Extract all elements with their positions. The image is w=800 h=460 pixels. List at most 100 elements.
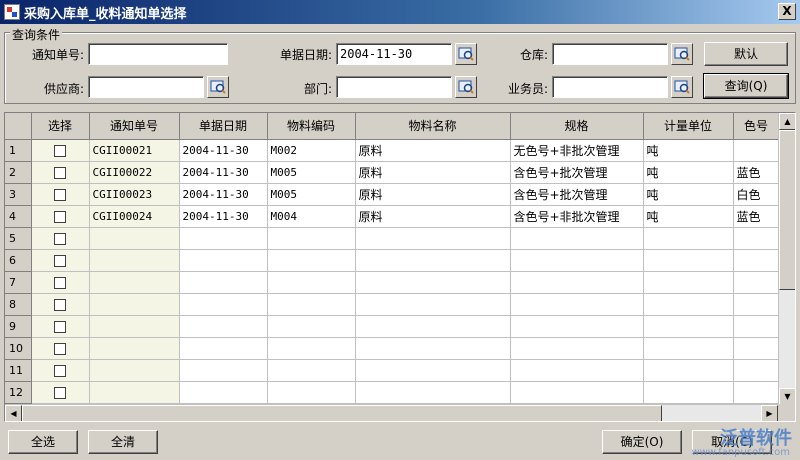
select-checkbox[interactable] [54,276,66,289]
col-header-notice-no[interactable]: 通知单号 [89,113,180,140]
notice-no-cell [89,271,180,294]
material-code-cell [267,337,356,360]
row-number: 4 [5,205,32,228]
spec-cell: 含色号+批次管理 [510,183,644,206]
doc-date-input[interactable]: 2004-11-30 [336,43,452,65]
notice-no-input[interactable] [88,43,228,65]
table-row[interactable]: 4 CGII00024 2004-11-30 M004 原料 含色号+非批次管理吨蓝色 [5,205,780,228]
select-checkbox-cell[interactable] [31,271,90,294]
scroll-down-button[interactable]: ▼ [779,388,795,405]
select-checkbox[interactable] [54,188,66,201]
unit-cell: 吨 [643,205,734,228]
spec-cell [510,315,644,338]
color-cell [733,381,780,404]
color-cell [733,139,780,162]
scroll-corner [778,404,795,421]
col-header-material-code[interactable]: 物料编码 [267,113,356,140]
spec-cell: 含色号+非批次管理 [510,205,644,228]
grid-header-row: 选择 通知单号 单据日期 物料编码 物料名称 规格 计量单位 色号 [5,113,780,140]
row-number: 5 [5,227,32,250]
notice-table: 选择 通知单号 单据日期 物料编码 物料名称 规格 计量单位 色号 1 CGII0… [5,113,780,404]
select-all-button[interactable]: 全选 [8,430,78,454]
unit-cell [643,249,734,272]
table-row[interactable]: 2 CGII00022 2004-11-30 M005 原料 含色号+批次管理吨蓝色 [5,161,780,184]
scroll-right-button[interactable]: ▶ [761,405,778,421]
table-row[interactable]: 8 [5,293,780,316]
unit-cell: 吨 [643,161,734,184]
spec-cell [510,271,644,294]
select-checkbox-cell[interactable] [31,205,90,228]
select-checkbox[interactable] [54,298,66,311]
select-checkbox-cell[interactable] [31,315,90,338]
warehouse-input[interactable] [552,43,668,65]
select-checkbox-cell[interactable] [31,359,90,382]
doc-date-cell [179,381,268,404]
select-checkbox-cell[interactable] [31,293,90,316]
scroll-up-button[interactable]: ▲ [779,113,795,130]
select-checkbox[interactable] [54,320,66,333]
doc-date-cell [179,315,268,338]
select-checkbox[interactable] [54,342,66,355]
select-checkbox[interactable] [54,166,66,179]
query-button[interactable]: 查询(Q) [703,73,789,99]
table-row[interactable]: 3 CGII00023 2004-11-30 M005 原料 含色号+批次管理吨白色 [5,183,780,206]
row-number: 3 [5,183,32,206]
select-checkbox[interactable] [54,232,66,245]
doc-date-cell: 2004-11-30 [179,205,268,228]
unit-cell [643,381,734,404]
table-row[interactable]: 6 [5,249,780,272]
select-checkbox-cell[interactable] [31,337,90,360]
col-header-doc-date[interactable]: 单据日期 [179,113,268,140]
color-cell: 白色 [733,183,780,206]
select-checkbox-cell[interactable] [31,249,90,272]
material-name-cell [355,381,511,404]
horizontal-scrollbar[interactable]: ◀ ▶ [5,404,778,421]
salesman-input[interactable] [552,76,668,98]
select-checkbox-cell[interactable] [31,227,90,250]
unit-cell: 吨 [643,139,734,162]
table-row[interactable]: 1 CGII00021 2004-11-30 M002 原料 无色号+非批次管理吨 [5,139,780,162]
ok-button[interactable]: 确定(O) [602,430,682,454]
default-button[interactable]: 默认 [704,42,788,66]
col-header-material-name[interactable]: 物料名称 [355,113,511,140]
select-checkbox[interactable] [54,144,66,157]
select-checkbox-cell[interactable] [31,183,90,206]
supplier-label: 供应商: [43,82,84,96]
row-number: 1 [5,139,32,162]
title-bar: 采购入库单_收料通知单选择 X [0,0,800,24]
notice-no-cell [89,381,180,404]
horizontal-scroll-thumb[interactable] [22,405,662,421]
supplier-input[interactable] [88,76,204,98]
salesman-picker-button[interactable] [671,76,693,98]
vertical-scroll-thumb[interactable] [779,130,795,290]
search-icon [674,80,690,94]
table-row[interactable]: 10 [5,337,780,360]
select-checkbox[interactable] [54,364,66,377]
table-row[interactable]: 11 [5,359,780,382]
col-header-unit[interactable]: 计量单位 [643,113,734,140]
col-header-spec[interactable]: 规格 [510,113,644,140]
select-checkbox[interactable] [54,254,66,267]
notice-no-cell [89,315,180,338]
select-checkbox[interactable] [54,386,66,399]
select-checkbox-cell[interactable] [31,161,90,184]
select-checkbox-cell[interactable] [31,381,90,404]
col-header-color[interactable]: 色号 [733,113,780,140]
select-checkbox-cell[interactable] [31,139,90,162]
clear-all-button[interactable]: 全清 [88,430,158,454]
row-number: 7 [5,271,32,294]
table-row[interactable]: 12 [5,381,780,404]
supplier-picker-button[interactable] [207,76,229,98]
window-title: 采购入库单_收料通知单选择 [24,6,187,22]
select-checkbox[interactable] [54,210,66,223]
warehouse-picker-button[interactable] [671,43,693,65]
scroll-left-button[interactable]: ◀ [5,405,22,421]
table-row[interactable]: 7 [5,271,780,294]
vertical-scrollbar[interactable]: ▲ ▼ [778,113,795,405]
close-button[interactable]: X [778,3,796,20]
table-row[interactable]: 5 [5,227,780,250]
table-row[interactable]: 9 [5,315,780,338]
dept-input[interactable] [336,76,452,98]
col-header-select[interactable]: 选择 [31,113,90,140]
material-name-cell [355,315,511,338]
